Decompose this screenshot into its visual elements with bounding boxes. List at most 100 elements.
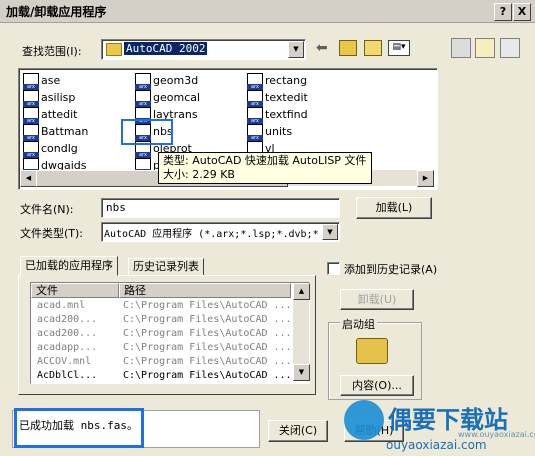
arx-file-icon: arx [135, 90, 151, 107]
file-item[interactable]: arx rectang [247, 72, 355, 90]
scroll-down-icon[interactable]: ▼ [293, 364, 310, 381]
row-path: C:\Program Files\AutoCAD ... [123, 314, 292, 325]
file-item[interactable]: arx textfind [247, 106, 355, 124]
watermark-url: ouyaoxiazai.com [386, 438, 487, 452]
arx-file-icon: arx [23, 73, 39, 90]
lookin-value: AutoCAD 2002 [124, 42, 208, 55]
grid-header-file[interactable]: 文件 [31, 283, 119, 298]
file-item[interactable]: arx asilisp [23, 89, 131, 107]
arx-file-icon: arx [247, 124, 263, 141]
help-title-button[interactable]: ? [494, 3, 512, 21]
file-item-name: textfind [265, 108, 308, 121]
row-file: acad200... [37, 314, 98, 325]
new-folder-icon[interactable] [364, 40, 382, 56]
file-item-name: rectang [265, 74, 308, 87]
file-item-name: Battman [41, 125, 89, 138]
table-row[interactable]: AcDblCl... C:\Program Files\AutoCAD ... [31, 368, 293, 383]
briefcase-icon [356, 338, 388, 364]
table-row[interactable]: acad200... C:\Program Files\AutoCAD ... [31, 312, 293, 327]
file-item[interactable]: arx textedit [247, 89, 355, 107]
file-item[interactable]: arx condlg [23, 140, 131, 158]
close-title-button[interactable]: X [513, 3, 531, 21]
table-row[interactable]: acad200... C:\Program Files\AutoCAD ... [31, 326, 293, 341]
file-tooltip: 类型: AutoCAD 快速加载 AutoLISP 文件 大小: 2.29 KB [158, 152, 372, 184]
row-file: acad200... [37, 328, 98, 339]
row-path: C:\Program Files\AutoCAD ... [123, 328, 292, 339]
selection-highlight [121, 119, 173, 145]
scroll-left-icon[interactable]: ◀ [20, 170, 37, 187]
history-checkbox-label: 添加到历史记录(A) [344, 263, 438, 276]
search-icon[interactable] [451, 38, 471, 58]
add-favorites-icon[interactable] [500, 38, 520, 58]
filename-input[interactable]: nbs [101, 198, 340, 218]
table-row[interactable]: ACCOV.mnl C:\Program Files\AutoCAD ... [31, 354, 293, 369]
row-file: ACCOV.mnl [37, 356, 92, 367]
grid-header-path[interactable]: 路径 [119, 283, 291, 298]
arx-file-icon: arx [23, 107, 39, 124]
back-arrow-icon[interactable]: ⬅ [316, 40, 328, 56]
folder-icon [106, 43, 122, 56]
file-item-name: ase [41, 74, 61, 87]
lookin-combo[interactable]: AutoCAD 2002 ▼ [101, 39, 306, 60]
lookin-label: 查找范围(I): [22, 45, 82, 58]
arx-file-icon: arx [247, 107, 263, 124]
scroll-up-icon[interactable]: ▲ [293, 283, 310, 300]
row-path: C:\Program Files\AutoCAD ... [123, 300, 292, 311]
watermark-logo-icon [344, 400, 384, 440]
arx-file-icon: arx [23, 90, 39, 107]
grid-scrollbar[interactable]: ▲ ▼ [293, 283, 310, 381]
chevron-down-icon[interactable]: ▼ [288, 41, 304, 58]
filetype-label: 文件类型(T): [20, 227, 84, 240]
filename-value: nbs [106, 201, 126, 214]
close-button[interactable]: 关闭(C) [268, 420, 328, 442]
arx-file-icon: arx [247, 73, 263, 90]
tab-loaded-apps[interactable]: 已加载的应用程序 [20, 256, 118, 276]
file-item-name: condlg [41, 142, 78, 155]
file-item[interactable]: arx Battman [23, 123, 131, 141]
file-item[interactable]: arx geomcal [135, 89, 243, 107]
file-item-name: asilisp [41, 91, 76, 104]
file-item[interactable]: arx ase [23, 72, 131, 90]
arx-file-icon: arx [23, 124, 39, 141]
loaded-apps-grid[interactable]: 文件 路径 acad.mnl C:\Program Files\AutoCAD .… [30, 282, 310, 384]
filename-label: 文件名(N): [20, 203, 74, 216]
file-item[interactable]: arx units [247, 123, 355, 141]
file-item[interactable]: arx attedit [23, 106, 131, 124]
scroll-right-icon[interactable]: ▶ [417, 170, 434, 187]
load-button[interactable]: 加载(L) [356, 197, 432, 219]
watermark: 偶要下载站 www.ouyaoxiazai.com ouyaoxiazai.co… [344, 398, 535, 454]
window-title: 加载/卸载应用程序 [6, 5, 107, 19]
arx-file-icon: arx [23, 141, 39, 158]
filetype-value: AutoCAD 应用程序 (*.arx;*.lsp;*.dvb;* [104, 229, 319, 240]
table-row[interactable]: acad.mnl C:\Program Files\AutoCAD ... [31, 298, 293, 313]
startup-group-label: 启动组 [340, 316, 377, 332]
filetype-select[interactable]: AutoCAD 应用程序 (*.arx;*.lsp;*.dvb;* ▼ [101, 222, 340, 242]
unload-button[interactable]: 卸载(U) [340, 289, 414, 310]
file-item-name: textedit [265, 91, 308, 104]
status-highlight [14, 408, 144, 448]
contents-button[interactable]: 内容(O)... [340, 375, 414, 396]
file-item[interactable]: arx geom3d [135, 72, 243, 90]
table-row[interactable]: acadapp... C:\Program Files\AutoCAD ... [31, 340, 293, 355]
history-checkbox[interactable] [327, 262, 340, 275]
row-path: C:\Program Files\AutoCAD ... [123, 356, 292, 367]
row-file: acad.mnl [37, 300, 86, 311]
file-item-name: geomcal [153, 91, 201, 104]
row-file: AcDblCl... [37, 370, 98, 381]
row-path: C:\Program Files\AutoCAD ... [123, 342, 292, 353]
title-bar: 加载/卸载应用程序 ? X [0, 0, 535, 23]
chevron-down-icon[interactable]: ▼ [322, 224, 338, 240]
favorites-icon[interactable] [475, 38, 495, 58]
file-item-name: attedit [41, 108, 78, 121]
arx-file-icon: arx [247, 90, 263, 107]
row-path: C:\Program Files\AutoCAD ... [123, 370, 292, 381]
arx-file-icon: arx [135, 73, 151, 90]
file-item-name: geom3d [153, 74, 199, 87]
view-menu-icon[interactable]: ▤▾ [388, 40, 410, 56]
tooltip-size: 大小: 2.29 KB [163, 168, 235, 181]
tooltip-type: 类型: AutoCAD 快速加载 AutoLISP 文件 [163, 154, 367, 167]
up-folder-icon[interactable] [339, 40, 357, 56]
tab-history[interactable]: 历史记录列表 [128, 258, 204, 276]
file-item-name: units [265, 125, 293, 138]
row-file: acadapp... [37, 342, 98, 353]
